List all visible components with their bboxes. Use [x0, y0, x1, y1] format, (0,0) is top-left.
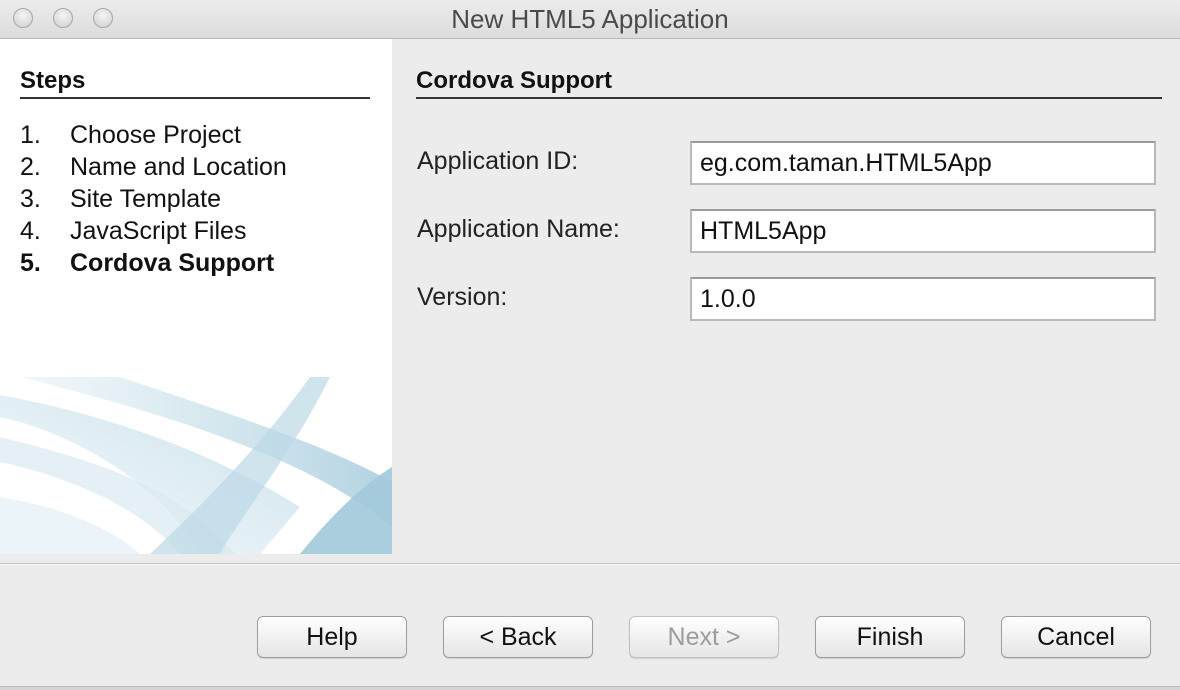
steps-list: 1. Choose Project 2. Name and Location 3. S…: [20, 121, 287, 281]
step-item-choose-project: 1. Choose Project: [20, 121, 287, 153]
step-number: 1.: [20, 121, 41, 149]
steps-panel: Steps 1. Choose Project 2. Name and Locati…: [0, 39, 392, 554]
help-button[interactable]: Help: [257, 616, 407, 658]
application-name-input[interactable]: [690, 209, 1156, 253]
step-label: Site Template: [70, 185, 222, 213]
step-number: 2.: [20, 153, 41, 181]
step-label: Cordova Support: [70, 249, 275, 277]
version-label: Version:: [417, 283, 508, 311]
window-title: New HTML5 Application: [451, 4, 729, 34]
step-item-name-and-location: 2. Name and Location: [20, 153, 287, 185]
application-name-label: Application Name:: [417, 215, 620, 243]
step-label: JavaScript Files: [70, 217, 247, 245]
step-item-site-template: 3. Site Template: [20, 185, 287, 217]
next-button[interactable]: Next >: [629, 616, 779, 658]
cancel-button[interactable]: Cancel: [1001, 616, 1151, 658]
step-number: 3.: [20, 185, 41, 213]
step-label: Name and Location: [70, 153, 287, 181]
step-label: Choose Project: [70, 121, 241, 149]
application-id-input[interactable]: [690, 141, 1156, 185]
step-item-cordova-support: 5. Cordova Support: [20, 249, 287, 281]
version-input[interactable]: [690, 277, 1156, 321]
step-number: 5.: [20, 249, 41, 277]
finish-button[interactable]: Finish: [815, 616, 965, 658]
title-bar[interactable]: New HTML5 Application: [0, 0, 1180, 39]
footer-divider: [0, 563, 1180, 565]
page-title: Cordova Support: [416, 67, 1162, 99]
window-bottom-edge: [0, 686, 1180, 690]
back-button[interactable]: < Back: [443, 616, 593, 658]
application-id-label: Application ID:: [417, 147, 579, 175]
dialog-window: New HTML5 Application Steps 1. Choose Pro…: [0, 0, 1180, 690]
step-item-javascript-files: 4. JavaScript Files: [20, 217, 287, 249]
decorative-swoosh-image: [0, 377, 392, 554]
step-number: 4.: [20, 217, 41, 245]
steps-heading: Steps: [20, 67, 370, 99]
